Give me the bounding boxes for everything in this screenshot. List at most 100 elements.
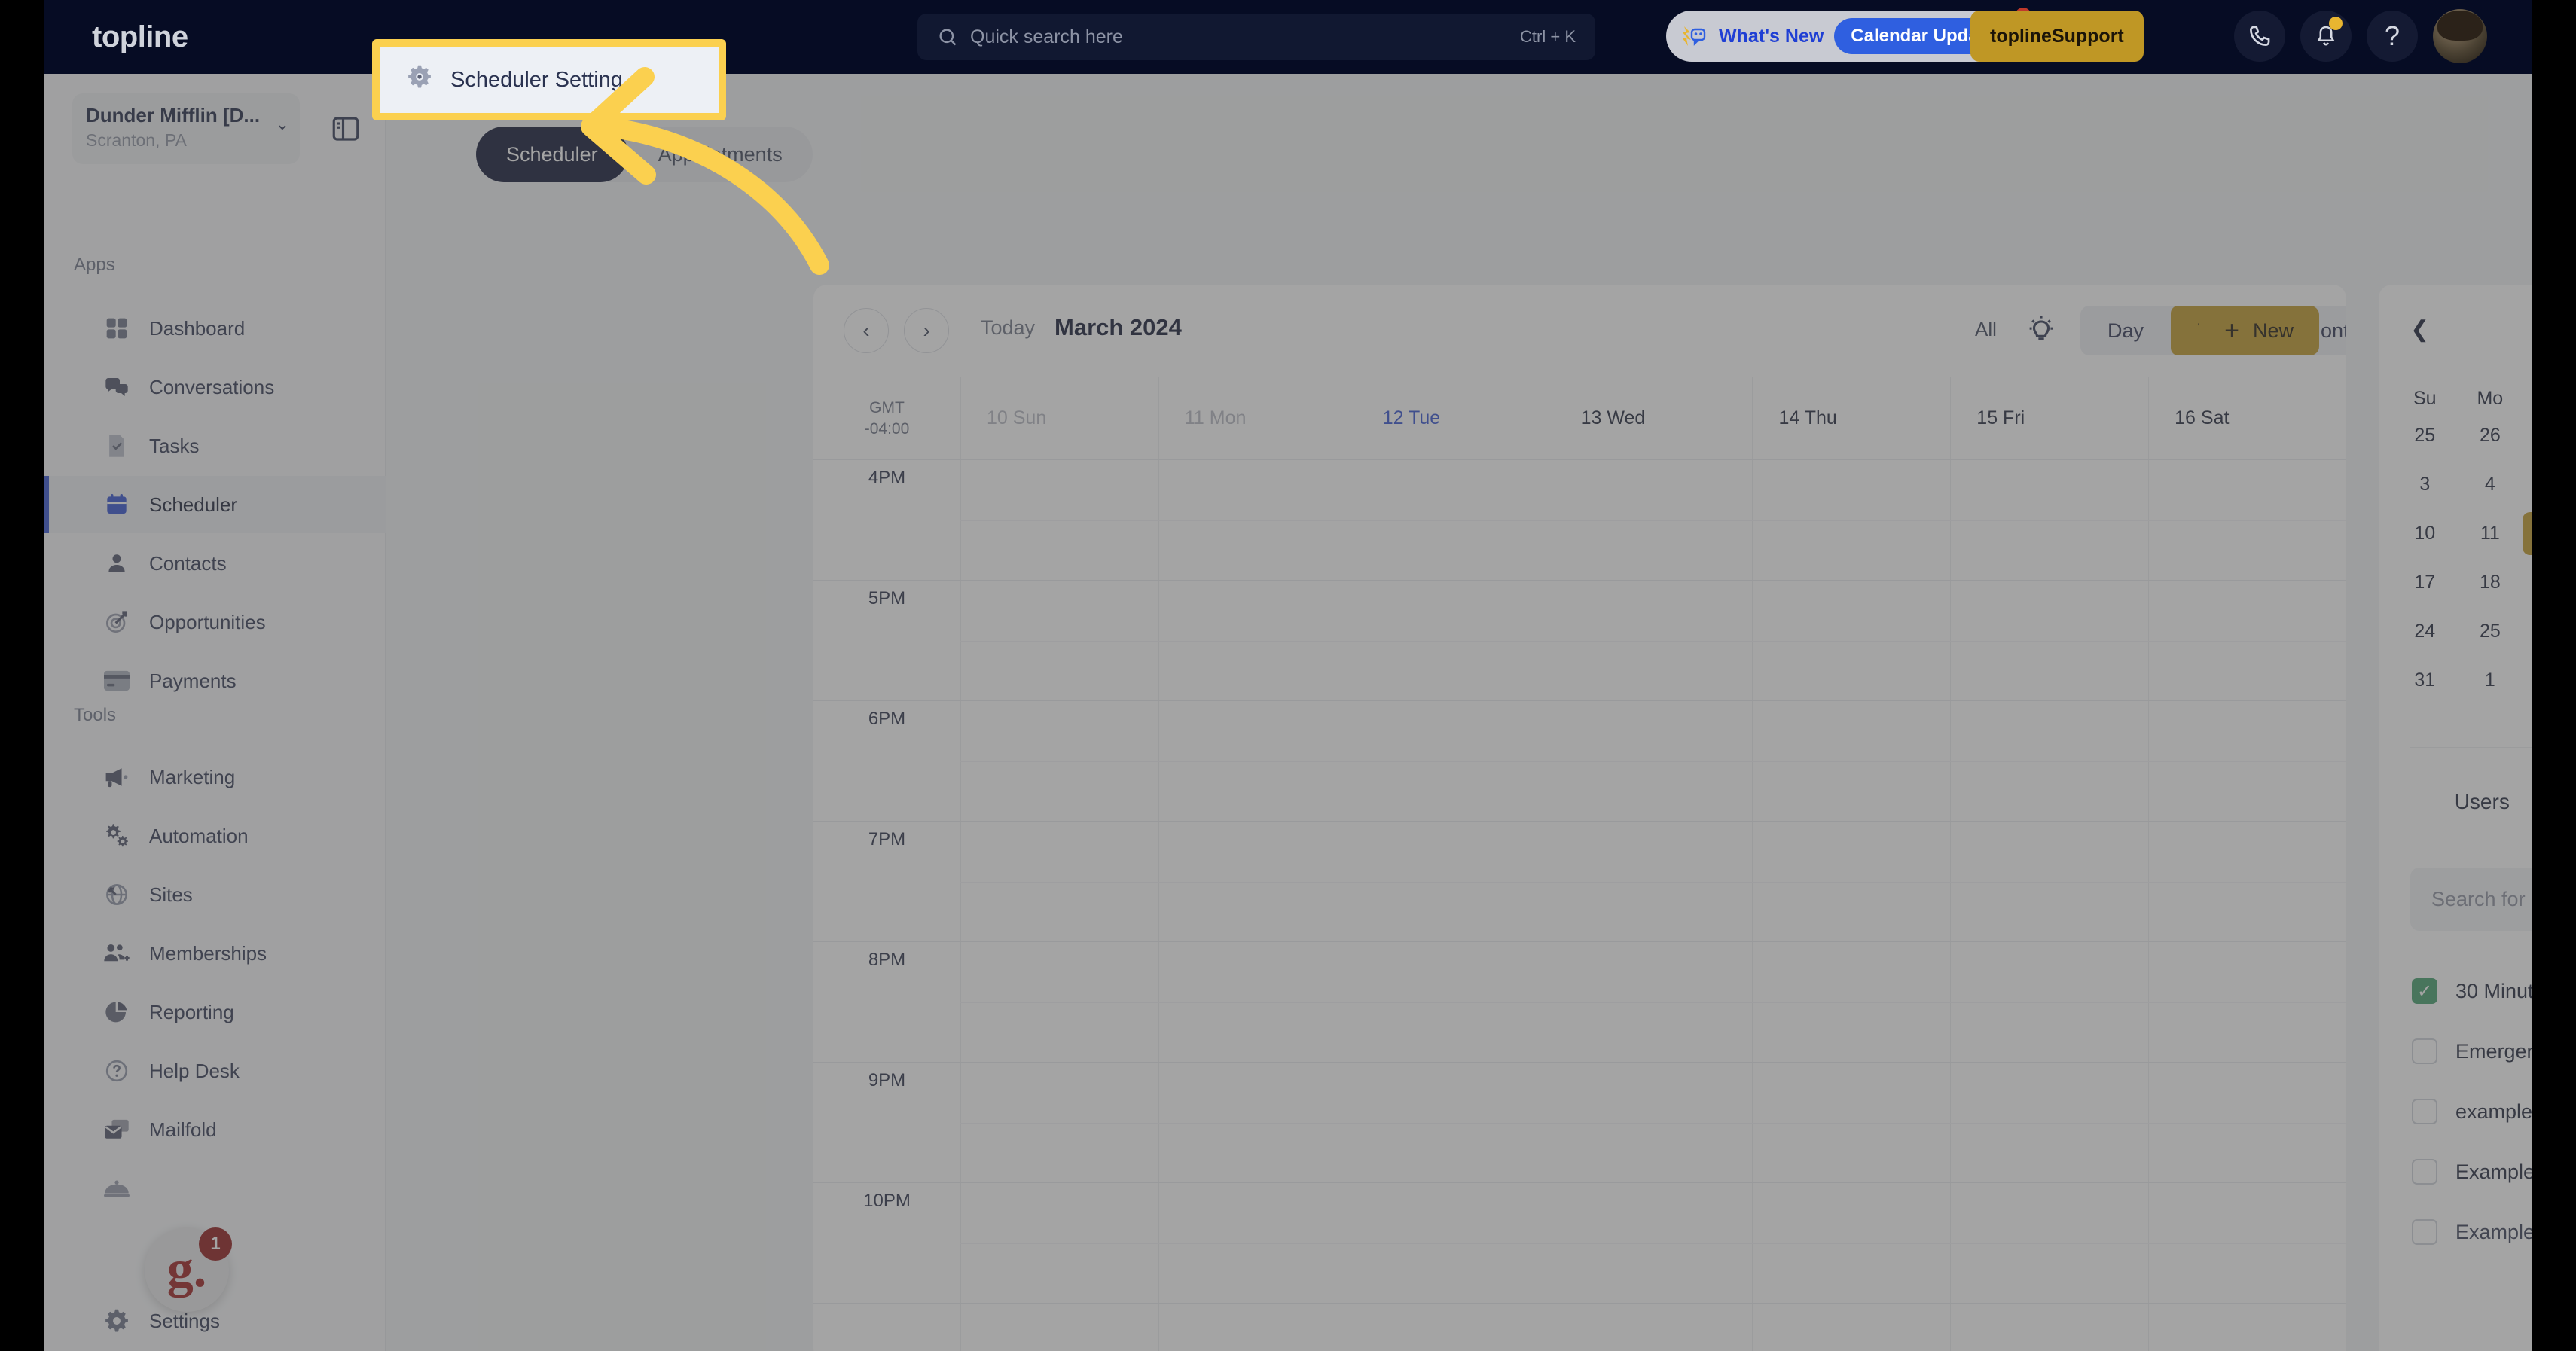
- phone-icon[interactable]: [2234, 11, 2285, 62]
- sidebar-item-help-desk[interactable]: Help Desk: [44, 1042, 386, 1099]
- mc-day[interactable]: 26: [2458, 414, 2523, 457]
- sidebar-item-dashboard[interactable]: Dashboard: [44, 300, 386, 357]
- checkbox-checked[interactable]: ✓: [2412, 978, 2437, 1004]
- hour-row[interactable]: 5PM: [813, 580, 2346, 700]
- sidebar-item-sites[interactable]: Sites: [44, 866, 386, 923]
- bell-service-icon: [102, 1174, 131, 1203]
- mc-day[interactable]: 24: [2392, 610, 2458, 653]
- search-shortcut: Ctrl + K: [1520, 27, 1576, 46]
- prev-week-button[interactable]: ‹: [844, 308, 889, 353]
- avatar[interactable]: [2433, 9, 2487, 63]
- tab-users[interactable]: Users: [2455, 790, 2510, 834]
- search-input[interactable]: Quick search here Ctrl + K: [917, 14, 1595, 60]
- dashboard-icon: [102, 314, 131, 343]
- list-item[interactable]: Example: [2412, 1142, 2532, 1202]
- mc-day-selected[interactable]: 12: [2523, 512, 2532, 555]
- sidebar-item-automation[interactable]: Automation: [44, 807, 386, 865]
- mc-day[interactable]: 5: [2523, 463, 2532, 506]
- sidebar-item-reporting[interactable]: Reporting: [44, 984, 386, 1041]
- sidebar-item-payments[interactable]: Payments: [44, 652, 386, 709]
- sidebar-item-contacts[interactable]: Contacts: [44, 535, 386, 592]
- brand-logo[interactable]: topline: [92, 20, 188, 54]
- day-header-cell[interactable]: 14 Thu: [1752, 377, 1950, 459]
- day-header-cell-today[interactable]: 12 Tue: [1356, 377, 1555, 459]
- today-button[interactable]: Today: [981, 316, 1035, 340]
- mc-day[interactable]: 18: [2458, 561, 2523, 604]
- person-icon: [102, 549, 131, 578]
- mc-day[interactable]: 26: [2523, 610, 2532, 653]
- mc-day[interactable]: 17: [2392, 561, 2458, 604]
- target-icon: [102, 608, 131, 636]
- day-header-cell[interactable]: 11 Mon: [1158, 377, 1357, 459]
- sidebar-item-service-bell[interactable]: [44, 1160, 386, 1217]
- mc-day[interactable]: 25: [2458, 610, 2523, 653]
- checkbox[interactable]: [2412, 1159, 2437, 1185]
- hour-row[interactable]: 8PM: [813, 941, 2346, 1062]
- gist-badge[interactable]: g. 1: [145, 1227, 232, 1312]
- mc-day[interactable]: 31: [2392, 659, 2458, 702]
- week-day-header: GMT -04:00 10 Sun 11 Mon 12 Tue 13 Wed 1…: [813, 377, 2346, 459]
- hour-row[interactable]: [813, 1303, 2346, 1351]
- tasks-icon: [102, 432, 131, 460]
- checkbox[interactable]: [2412, 1219, 2437, 1245]
- hour-row[interactable]: 6PM: [813, 700, 2346, 821]
- checkbox[interactable]: [2412, 1099, 2437, 1124]
- day-header-cell[interactable]: 13 Wed: [1554, 377, 1753, 459]
- day-header-cell[interactable]: 16 Sat: [2148, 377, 2346, 459]
- calendar-icon: [102, 490, 131, 519]
- calendar-search-input[interactable]: Search for Calendar: [2410, 868, 2532, 931]
- new-appointment-button[interactable]: + New: [2199, 306, 2319, 355]
- mc-day[interactable]: 2: [2523, 659, 2532, 702]
- sidebar-item-tasks[interactable]: Tasks: [44, 417, 386, 474]
- sidebar-item-marketing[interactable]: Marketing: [44, 749, 386, 806]
- support-button[interactable]: topline Support: [1970, 11, 2144, 62]
- question-circle-icon: [102, 1057, 131, 1085]
- mc-day[interactable]: 19: [2523, 561, 2532, 604]
- mini-calendar-grid: 25 26 27 28 29 1 2 3 4 5 6 7 8 9 10 11 1…: [2379, 414, 2532, 717]
- mc-day[interactable]: 27: [2523, 414, 2532, 457]
- day-header-cell[interactable]: 10 Sun: [960, 377, 1158, 459]
- hour-row[interactable]: 7PM: [813, 821, 2346, 941]
- mc-day[interactable]: 3: [2392, 463, 2458, 506]
- sidebar-item-label: Memberships: [149, 941, 267, 965]
- pie-chart-icon: [102, 998, 131, 1026]
- help-icon[interactable]: ?: [2367, 11, 2418, 62]
- search-icon: [939, 29, 957, 46]
- mc-day[interactable]: 10: [2392, 512, 2458, 555]
- search-placeholder: Quick search here: [970, 26, 1123, 47]
- account-switcher[interactable]: Dunder Mifflin [D... Scranton, PA ⌄: [72, 93, 300, 164]
- next-week-button[interactable]: ›: [904, 308, 949, 353]
- mini-calendar-prev-button[interactable]: ❮: [2410, 316, 2429, 343]
- mini-calendar-dow-row: Su Mo Tu We Th Fr Sa: [2379, 374, 2532, 414]
- list-item[interactable]: Example Calendar: [2412, 1202, 2532, 1262]
- list-item[interactable]: ✓ 30 Minute Live Demo: [2412, 961, 2532, 1021]
- mc-day[interactable]: 11: [2458, 512, 2523, 555]
- mc-day[interactable]: 1: [2458, 659, 2523, 702]
- week-time-grid[interactable]: 4PM 5PM 6PM 7PM 8PM 9PM 10PM: [813, 459, 2346, 1351]
- panel-toggle-icon[interactable]: [330, 113, 362, 145]
- plus-icon: +: [2224, 316, 2239, 345]
- sidebar-item-conversations[interactable]: Conversations: [44, 358, 386, 416]
- lightbulb-icon[interactable]: [2025, 313, 2058, 346]
- hour-row[interactable]: 10PM: [813, 1182, 2346, 1303]
- people-add-icon: [102, 939, 131, 968]
- hour-label: 9PM: [868, 1070, 906, 1090]
- sidebar-item-label: Contacts: [149, 551, 227, 575]
- view-day-button[interactable]: Day: [2080, 306, 2171, 355]
- new-button-label: New: [2252, 319, 2294, 342]
- sidebar-item-opportunities[interactable]: Opportunities: [44, 593, 386, 651]
- checkbox[interactable]: [2412, 1038, 2437, 1064]
- hour-row[interactable]: 9PM: [813, 1062, 2346, 1182]
- mc-day[interactable]: 25: [2392, 414, 2458, 457]
- list-item[interactable]: Emergency Task: [2412, 1021, 2532, 1081]
- hour-row[interactable]: 4PM: [813, 459, 2346, 580]
- sidebar-item-mailfold[interactable]: Mailfold: [44, 1101, 386, 1158]
- mc-day[interactable]: 4: [2458, 463, 2523, 506]
- day-header-cell[interactable]: 15 Fri: [1950, 377, 2148, 459]
- gear-icon: [407, 64, 432, 96]
- all-filter-label[interactable]: All: [1975, 318, 1997, 341]
- sidebar-item-memberships[interactable]: Memberships: [44, 925, 386, 982]
- bell-icon[interactable]: [2300, 11, 2352, 62]
- sidebar-item-scheduler[interactable]: Scheduler: [44, 476, 386, 533]
- list-item[interactable]: example: [2412, 1081, 2532, 1142]
